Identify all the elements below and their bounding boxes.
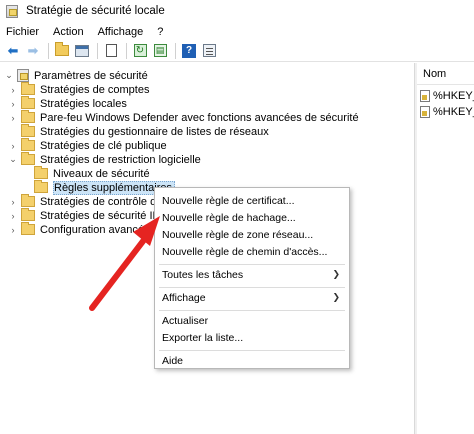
tree-root[interactable]: ⌄ Paramètres de sécurité (4, 68, 148, 83)
menu-item-new-path-rule[interactable]: Nouvelle règle de chemin d'accès... (155, 243, 349, 260)
toolbar-separator (175, 42, 176, 59)
folder-icon (21, 110, 35, 123)
back-arrow-icon[interactable]: ⬅ (4, 42, 22, 60)
path-rule-icon (420, 90, 430, 102)
chevron-down-icon[interactable]: ⌄ (4, 70, 14, 81)
tree-item-label: Stratégies du gestionnaire de listes de … (40, 125, 269, 138)
menu-separator (159, 350, 345, 351)
list-item-label: %HKEY_L (433, 90, 474, 102)
folder-icon (34, 166, 48, 179)
security-settings-icon (17, 69, 29, 82)
menu-item-all-tasks[interactable]: Toutes les tâches ❯ (155, 266, 349, 283)
menu-item-view[interactable]: Affichage ❯ (155, 289, 349, 306)
menu-help[interactable]: ? (150, 26, 170, 38)
security-policy-icon (6, 4, 18, 18)
toolbar-separator (126, 42, 127, 59)
menu-fichier[interactable]: Fichier (0, 26, 46, 38)
path-rule-icon (420, 106, 430, 118)
menu-item-label: Actualiser (162, 314, 209, 327)
context-menu: Nouvelle règle de certificat... Nouvelle… (154, 187, 350, 369)
menu-item-label: Toutes les tâches (162, 268, 244, 281)
chevron-right-icon[interactable]: › (8, 141, 18, 151)
menu-item-label: Exporter la liste... (162, 331, 244, 344)
folder-icon (21, 194, 35, 207)
tree-item-network-list[interactable]: Stratégies du gestionnaire de listes de … (8, 124, 269, 139)
up-folder-icon[interactable] (53, 42, 71, 60)
help-icon[interactable]: ? (180, 42, 198, 60)
tree-item-label: Stratégies de clé publique (40, 139, 167, 152)
submenu-arrow-icon: ❯ (332, 292, 340, 302)
menu-item-help[interactable]: Aide (155, 352, 349, 369)
chevron-down-icon[interactable]: ⌄ (8, 154, 18, 165)
tree-item-label: Configuration avancée c (40, 223, 159, 236)
refresh-icon[interactable]: ↻ (131, 42, 149, 60)
chevron-right-icon[interactable]: › (8, 113, 18, 123)
tree-item-label: Niveaux de sécurité (53, 167, 150, 180)
menu-separator (159, 264, 345, 265)
toolbar-separator (97, 42, 98, 59)
menu-item-refresh[interactable]: Actualiser (155, 312, 349, 329)
menu-item-new-network-zone-rule[interactable]: Nouvelle règle de zone réseau... (155, 226, 349, 243)
menu-item-label: Nouvelle règle de zone réseau... (162, 228, 314, 241)
menu-item-label: Nouvelle règle de hachage... (162, 211, 296, 224)
tree-item-software-restriction[interactable]: ⌄ Stratégies de restriction logicielle (8, 152, 201, 167)
menu-action[interactable]: Action (46, 26, 91, 38)
chevron-right-icon[interactable]: › (8, 197, 18, 207)
folder-icon (34, 180, 48, 193)
folder-icon (21, 96, 35, 109)
folder-icon (21, 222, 35, 235)
tree-item-advanced-audit[interactable]: › Configuration avancée c (8, 222, 159, 237)
title-bar: Stratégie de sécurité locale (0, 0, 474, 22)
submenu-arrow-icon: ❯ (332, 269, 340, 279)
menu-item-label: Affichage (162, 291, 206, 304)
details-pane: Nom %HKEY_L %HKEY_L (417, 63, 474, 434)
tree-item-security-levels[interactable]: Niveaux de sécurité (21, 166, 150, 181)
menu-item-label: Nouvelle règle de chemin d'accès... (162, 245, 328, 258)
list-item[interactable]: %HKEY_L (417, 88, 474, 104)
tree-item-account-policies[interactable]: › Stratégies de comptes (8, 82, 149, 97)
column-header-name[interactable]: Nom (417, 63, 474, 85)
folder-icon (21, 138, 35, 151)
menu-affichage[interactable]: Affichage (91, 26, 151, 38)
properties-icon[interactable] (102, 42, 120, 60)
chevron-right-icon[interactable]: › (8, 211, 18, 221)
menu-separator (159, 310, 345, 311)
tree-item-label: Stratégies de restriction logicielle (40, 153, 201, 166)
chevron-right-icon[interactable]: › (8, 99, 18, 109)
console-window-icon[interactable] (200, 42, 218, 60)
menu-item-new-hash-rule[interactable]: Nouvelle règle de hachage... (155, 209, 349, 226)
chevron-right-icon[interactable]: › (8, 85, 18, 95)
list-item[interactable]: %HKEY_L (417, 104, 474, 120)
menu-item-new-certificate-rule[interactable]: Nouvelle règle de certificat... (155, 192, 349, 209)
menu-item-label: Nouvelle règle de certificat... (162, 194, 295, 207)
tree-item-label: Pare-feu Windows Defender avec fonctions… (40, 111, 359, 124)
tree-item-ip-security[interactable]: › Stratégies de sécurité IP (8, 208, 160, 223)
toolbar: ⬅ ➡ ↻ ▤ ? (0, 40, 474, 62)
tree-item-label: Stratégies de comptes (40, 83, 150, 96)
chevron-right-icon[interactable]: › (8, 225, 18, 235)
menu-item-label: Aide (162, 354, 184, 367)
tree-item-firewall[interactable]: › Pare-feu Windows Defender avec fonctio… (8, 110, 359, 125)
tree-item-label: Stratégies de sécurité IP (40, 209, 160, 222)
menu-bar: Fichier Action Affichage ? (0, 23, 474, 41)
toolbar-separator (48, 42, 49, 59)
tree-item-local-policies[interactable]: › Stratégies locales (8, 96, 127, 111)
tree-item-label: Stratégies de contrôle d (40, 195, 157, 208)
menu-item-export-list[interactable]: Exporter la liste... (155, 329, 349, 346)
export-list-icon[interactable]: ▤ (151, 42, 169, 60)
tree-item-additional-rules[interactable]: Règles supplémentaires (21, 180, 176, 195)
folder-icon (21, 208, 35, 221)
list-item-label: %HKEY_L (433, 106, 474, 118)
folder-icon (21, 152, 35, 165)
window-title: Stratégie de sécurité locale (26, 5, 165, 17)
tree-root-label: Paramètres de sécurité (34, 69, 148, 82)
folder-icon (21, 124, 35, 137)
forward-arrow-icon[interactable]: ➡ (24, 42, 42, 60)
tree-item-app-control[interactable]: › Stratégies de contrôle d (8, 194, 156, 209)
folder-icon (21, 82, 35, 95)
tree-item-label: Stratégies locales (40, 97, 127, 110)
tree-item-public-key[interactable]: › Stratégies de clé publique (8, 138, 167, 153)
menu-separator (159, 287, 345, 288)
show-hide-tree-icon[interactable] (73, 42, 91, 60)
